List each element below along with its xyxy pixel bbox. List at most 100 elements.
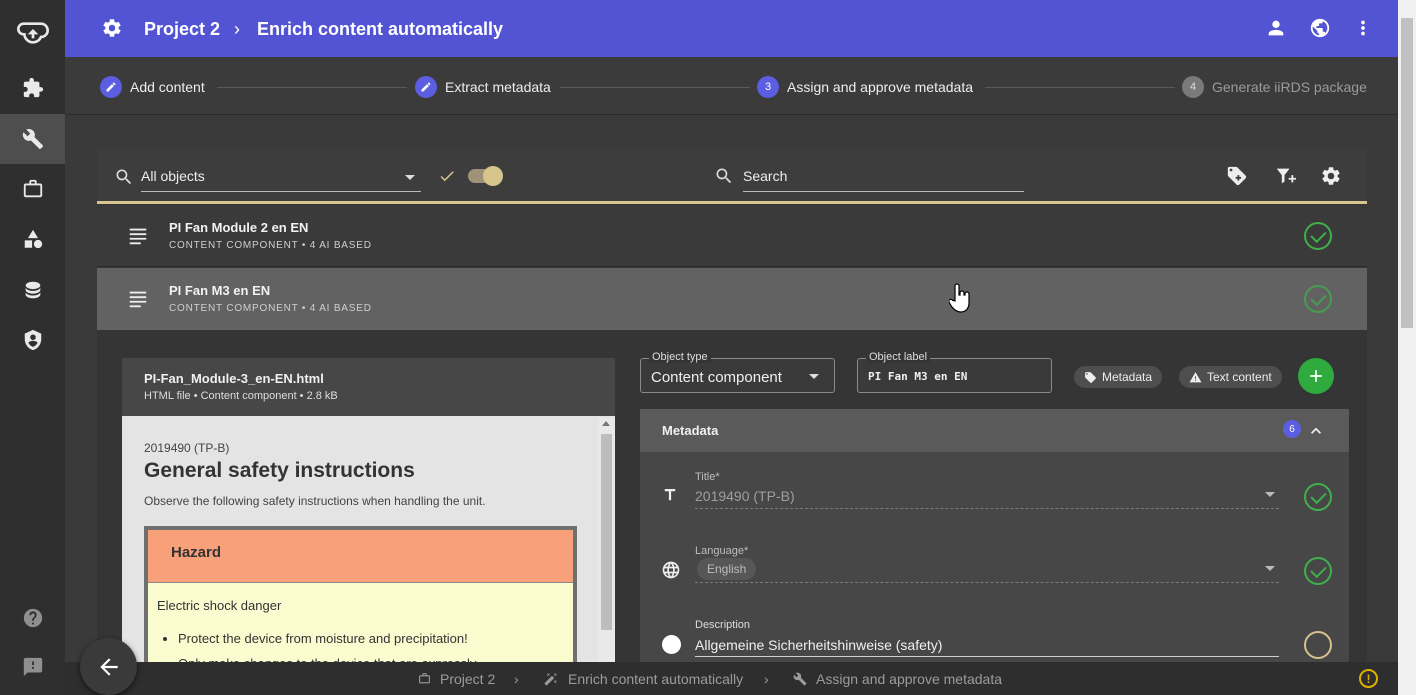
cloud-upload-icon[interactable] [0, 8, 65, 58]
file-name: PI-Fan_Module-3_en-EN.html [144, 371, 324, 386]
file-preview-header: PI-Fan_Module-3_en-EN.html HTML file • C… [122, 358, 615, 416]
globe-icon[interactable] [1309, 17, 1331, 44]
description-dot-icon [662, 635, 681, 654]
database-icon[interactable] [0, 265, 65, 315]
object-label-label: Object label [866, 351, 931, 363]
shapes-icon[interactable] [0, 214, 65, 264]
description-field-value[interactable]: Allgemeine Sicherheitshinweise (safety) [695, 637, 942, 653]
bottom-crumb-enrich[interactable]: Enrich content automatically [568, 671, 743, 687]
object-subtitle: CONTENT COMPONENT • 4 AI BASED [169, 240, 372, 251]
account-icon[interactable] [1265, 17, 1287, 44]
step-generate-package: 4 Generate iiRDS package [1182, 76, 1367, 98]
file-info: HTML file • Content component • 2.8 kB [144, 390, 338, 402]
bottom-crumb-assign[interactable]: Assign and approve metadata [816, 671, 1002, 687]
add-button[interactable] [1298, 358, 1334, 394]
title-field-label: Title* [695, 471, 720, 483]
hazard-subtitle: Electric shock danger [157, 598, 282, 613]
magic-wand-icon [544, 673, 557, 686]
title-field-underline [695, 508, 1279, 509]
object-filter-select[interactable]: All objects [141, 168, 421, 192]
step-label: Extract metadata [445, 79, 551, 95]
description-pending-icon[interactable] [1304, 631, 1332, 659]
step-label: Assign and approve metadata [787, 79, 974, 95]
stepper: Add content Extract metadata 3 Assign an… [65, 57, 1398, 115]
hazard-list: Protect the device from moisture and pre… [178, 631, 568, 666]
warning-icon [1189, 371, 1202, 382]
add-tag-icon[interactable] [1226, 165, 1248, 187]
preview-scrollbar-thumb[interactable] [601, 434, 612, 630]
title-icon [664, 489, 676, 501]
language-chip[interactable]: English [697, 558, 757, 580]
step-label: Generate iiRDS package [1212, 79, 1367, 95]
title-approved-check-icon[interactable] [1304, 483, 1332, 511]
object-label-field[interactable]: Object label PI Fan M3 en EN [857, 351, 1052, 393]
language-approved-check-icon[interactable] [1304, 557, 1332, 585]
language-field-label: Language* [695, 545, 749, 557]
briefcase-icon[interactable] [0, 164, 65, 214]
chevron-down-icon [809, 374, 819, 379]
chevron-down-icon[interactable] [1265, 566, 1275, 571]
chevron-down-icon[interactable] [1265, 492, 1275, 497]
text-content-chip[interactable]: Text content [1179, 366, 1282, 388]
more-vert-icon[interactable] [1352, 17, 1374, 44]
metadata-chip[interactable]: Metadata [1074, 366, 1163, 388]
step-number: 4 [1182, 76, 1204, 98]
top-app-bar: Project 2 › Enrich content automatically [65, 0, 1398, 57]
object-title: PI Fan Module 2 en EN [169, 220, 309, 235]
object-subtitle: CONTENT COMPONENT • 4 AI BASED [169, 303, 372, 314]
title-field-value[interactable]: 2019490 (TP-B) [695, 488, 795, 504]
settings-icon[interactable] [1320, 165, 1342, 187]
step-label: Add content [130, 79, 205, 95]
puzzle-icon[interactable] [0, 63, 65, 113]
scroll-up-arrow[interactable] [602, 421, 610, 426]
check-icon [440, 171, 454, 182]
chevron-up-icon[interactable] [1306, 421, 1326, 441]
hazard-box: Hazard Electric shock danger Protect the… [144, 526, 577, 666]
search-icon [716, 168, 732, 184]
pencil-icon [415, 76, 437, 98]
toggle-switch[interactable] [468, 166, 503, 186]
object-row-selected[interactable]: PI Fan M3 en EN CONTENT COMPONENT • 4 AI… [97, 268, 1367, 330]
text-lines-icon [129, 228, 147, 245]
metadata-count-badge: 6 [1283, 420, 1301, 438]
breadcrumb-project[interactable]: Project 2 [144, 19, 220, 40]
doc-heading: General safety instructions [144, 459, 415, 482]
feedback-icon[interactable] [0, 642, 65, 692]
object-type-select[interactable]: Object type Content component [640, 351, 835, 393]
object-label-value: PI Fan M3 en EN [868, 370, 968, 383]
step-add-content[interactable]: Add content [100, 76, 205, 98]
back-button[interactable] [80, 638, 137, 695]
help-icon[interactable] [0, 593, 65, 643]
doc-code: 2019490 (TP-B) [144, 441, 230, 455]
step-connector [217, 87, 407, 88]
step-assign-approve[interactable]: 3 Assign and approve metadata [757, 76, 973, 98]
hand-cursor-icon [949, 283, 970, 313]
shield-user-icon[interactable] [0, 315, 65, 365]
step-extract-metadata[interactable]: Extract metadata [415, 76, 551, 98]
bottom-crumb-project[interactable]: Project 2 [440, 671, 495, 687]
file-preview: 2019490 (TP-B) General safety instructio… [122, 416, 615, 666]
tag-icon [1085, 371, 1096, 383]
alert-icon[interactable]: ! [1359, 669, 1378, 688]
bottom-breadcrumb-bar: Project 2 › Enrich content automatically… [65, 662, 1398, 695]
search-input[interactable]: Search [743, 168, 1024, 192]
wrench-icon[interactable] [0, 114, 65, 164]
description-field-underline [695, 656, 1279, 657]
metadata-section-header[interactable]: Metadata 6 [640, 409, 1349, 452]
page-scrollbar-thumb[interactable] [1401, 18, 1413, 328]
filter-add-icon[interactable] [1274, 165, 1296, 187]
side-nav [0, 0, 65, 695]
metadata-chip-label: Metadata [1102, 370, 1153, 384]
object-type-value: Content component [651, 369, 782, 386]
page-title: Enrich content automatically [257, 19, 504, 39]
search-placeholder: Search [743, 168, 788, 184]
object-type-label: Object type [649, 351, 711, 363]
approved-check-icon[interactable] [1304, 222, 1332, 250]
breadcrumb-separator: › [234, 19, 240, 39]
search-objects-icon [116, 169, 132, 185]
description-field-label: Description [695, 619, 751, 631]
approved-check-icon[interactable] [1304, 285, 1332, 313]
object-row[interactable]: PI Fan Module 2 en EN CONTENT COMPONENT … [97, 205, 1367, 267]
gear-icon[interactable] [101, 17, 123, 44]
metadata-section-title: Metadata [662, 423, 719, 438]
